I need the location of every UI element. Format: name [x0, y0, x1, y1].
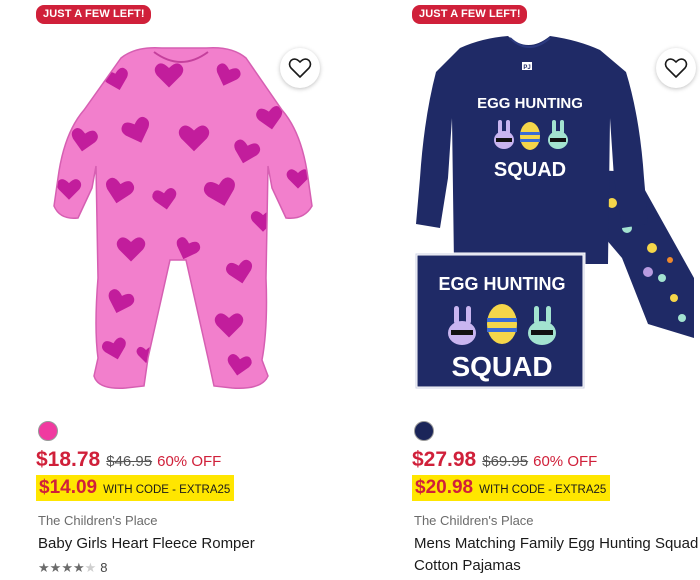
- review-count: 8: [100, 560, 108, 575]
- star-icon: ★: [38, 559, 50, 575]
- wishlist-button[interactable]: [280, 48, 320, 88]
- promo-code-price: $14.09 WITH CODE - EXTRA25: [36, 475, 235, 501]
- low-stock-badge: JUST A FEW LEFT!: [412, 5, 527, 24]
- code-label: WITH CODE - EXTRA25: [103, 484, 231, 496]
- star-empty-icon: ★: [84, 559, 97, 575]
- graphic-text-line2: SQUAD: [494, 159, 566, 181]
- code-price: $20.98: [415, 477, 474, 498]
- color-swatch[interactable]: [38, 421, 58, 441]
- original-price: $46.95: [106, 453, 153, 470]
- product-title[interactable]: Baby Girls Heart Fleece Romper: [38, 533, 328, 555]
- sale-price: $18.78: [36, 448, 101, 471]
- star-rating[interactable]: ★ ★ ★ ★ ★ 8: [38, 560, 108, 575]
- product-title[interactable]: Mens Matching Family Egg Hunting Squad C…: [414, 533, 700, 577]
- low-stock-badge: JUST A FEW LEFT!: [36, 5, 151, 24]
- code-label: WITH CODE - EXTRA25: [479, 484, 607, 496]
- size-tag-text: PJ: [523, 65, 530, 71]
- graphic-text-line1: EGG HUNTING: [477, 95, 583, 112]
- color-swatch[interactable]: [414, 421, 434, 441]
- product-card[interactable]: JUST A FEW LEFT! PJ EGG HUNTING SQUAD EG…: [412, 0, 700, 580]
- product-card[interactable]: JUST A FEW LEFT! $18.78 $46.95 60% OFF $…: [36, 0, 326, 580]
- price-row: $18.78 $46.95 60% OFF: [36, 448, 221, 472]
- price-row: $27.98 $69.95 60% OFF: [412, 448, 597, 472]
- promo-code-price: $20.98 WITH CODE - EXTRA25: [412, 475, 611, 501]
- original-price: $69.95: [482, 453, 529, 470]
- heart-outline-icon: [288, 58, 312, 78]
- inset-graphic-line1: EGG HUNTING: [438, 274, 565, 294]
- heart-outline-icon: [664, 58, 688, 78]
- code-price: $14.09: [39, 477, 98, 498]
- discount-label: 60% OFF: [157, 453, 222, 470]
- wishlist-button[interactable]: [656, 48, 696, 88]
- star-icon: ★: [72, 559, 85, 575]
- discount-label: 60% OFF: [533, 453, 598, 470]
- star-icon: ★: [61, 559, 73, 575]
- star-icon: ★: [49, 559, 62, 575]
- inset-graphic-line2: SQUAD: [451, 351, 552, 382]
- brand-name: The Children's Place: [414, 513, 534, 528]
- brand-name: The Children's Place: [38, 513, 158, 528]
- product-image[interactable]: PJ EGG HUNTING SQUAD EGG HUNTING SQUAD: [412, 28, 694, 408]
- product-image[interactable]: [36, 28, 318, 408]
- sale-price: $27.98: [412, 448, 477, 471]
